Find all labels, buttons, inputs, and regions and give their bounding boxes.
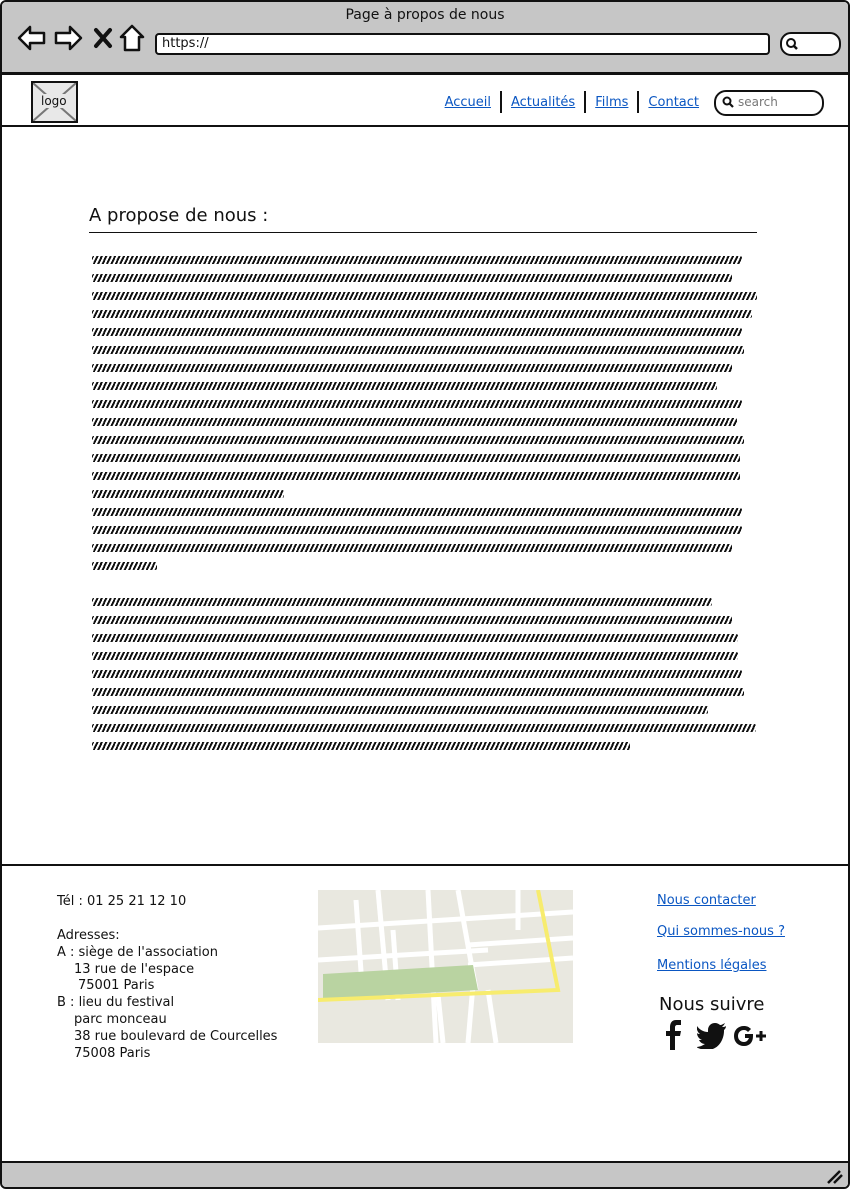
address-b-city: 75008 Paris — [74, 1046, 151, 1061]
follow-us-label: Nous suivre — [659, 994, 765, 1015]
home-icon[interactable] — [119, 24, 145, 52]
text-line — [92, 742, 630, 750]
text-line — [92, 472, 740, 480]
text-line — [92, 616, 732, 624]
text-line — [92, 562, 157, 570]
text-line — [92, 508, 742, 516]
text-line — [92, 544, 732, 552]
back-arrow-icon[interactable] — [17, 24, 47, 52]
text-line — [92, 526, 742, 534]
browser-search-field[interactable] — [780, 32, 841, 56]
logo-label: logo — [40, 94, 68, 108]
search-icon — [786, 38, 798, 50]
text-line — [92, 724, 756, 732]
address-a-street: 13 rue de l'espace — [74, 962, 195, 977]
nav-link-films[interactable]: Films — [586, 95, 637, 110]
main-nav: Accueil Actualités Films Contact — [436, 91, 708, 113]
text-line — [92, 634, 738, 642]
text-line — [92, 418, 737, 426]
text-line — [92, 436, 744, 444]
footer-divider — [2, 864, 848, 866]
header-divider — [2, 125, 848, 127]
text-line — [92, 598, 712, 606]
text-line — [92, 670, 742, 678]
phone-number: Tél : 01 25 21 12 10 — [57, 894, 187, 909]
text-line — [92, 382, 717, 390]
text-line — [92, 454, 740, 462]
address-b-title: B : lieu du festival — [57, 995, 175, 1010]
browser-status-bar — [2, 1161, 848, 1187]
search-icon — [722, 96, 734, 108]
map-graphic — [318, 890, 573, 1043]
window-title: Page à propos de nous — [345, 7, 505, 23]
nav-link-contact[interactable]: Contact — [639, 95, 708, 110]
google-plus-icon[interactable] — [734, 1024, 768, 1048]
text-line — [92, 256, 742, 264]
browser-window: Page à propos de nous https:// logo Accu… — [0, 0, 850, 1189]
logo[interactable]: logo — [31, 81, 78, 123]
text-line — [92, 490, 284, 498]
footer-link-nous-contacter[interactable]: Nous contacter — [657, 893, 756, 908]
address-b-street: 38 rue boulevard de Courcelles — [74, 1029, 278, 1044]
forward-arrow-icon[interactable] — [53, 24, 83, 52]
addresses-label: Adresses: — [57, 928, 120, 943]
address-a-title: A : siège de l'association — [57, 945, 218, 960]
page-title: A propose de nous : — [89, 205, 269, 226]
twitter-icon[interactable] — [697, 1023, 727, 1049]
text-line — [92, 310, 752, 318]
text-line — [92, 652, 738, 660]
text-line — [92, 364, 732, 372]
text-line — [92, 400, 742, 408]
search-placeholder: search — [738, 95, 778, 109]
stop-close-icon[interactable] — [93, 27, 113, 49]
title-underline — [89, 232, 757, 233]
resize-grip-icon[interactable] — [826, 1169, 844, 1185]
facebook-icon[interactable] — [664, 1020, 684, 1050]
text-line — [92, 328, 742, 336]
nav-link-actualites[interactable]: Actualités — [502, 95, 584, 110]
address-b-place: parc monceau — [74, 1012, 167, 1027]
footer-link-mentions-legales[interactable]: Mentions légales — [657, 958, 766, 973]
site-search-input[interactable]: search — [714, 90, 824, 116]
text-line — [92, 274, 732, 282]
text-line — [92, 346, 744, 354]
address-a-city: 75001 Paris — [78, 978, 155, 993]
footer-link-qui-sommes-nous[interactable]: Qui sommes-nous ? — [657, 924, 785, 939]
text-line — [92, 688, 744, 696]
text-line — [92, 292, 757, 300]
browser-toolbar: Page à propos de nous https:// — [2, 2, 848, 75]
location-map[interactable] — [318, 890, 573, 1043]
nav-link-accueil[interactable]: Accueil — [436, 95, 500, 110]
url-bar[interactable]: https:// — [155, 33, 770, 55]
text-line — [92, 706, 708, 714]
